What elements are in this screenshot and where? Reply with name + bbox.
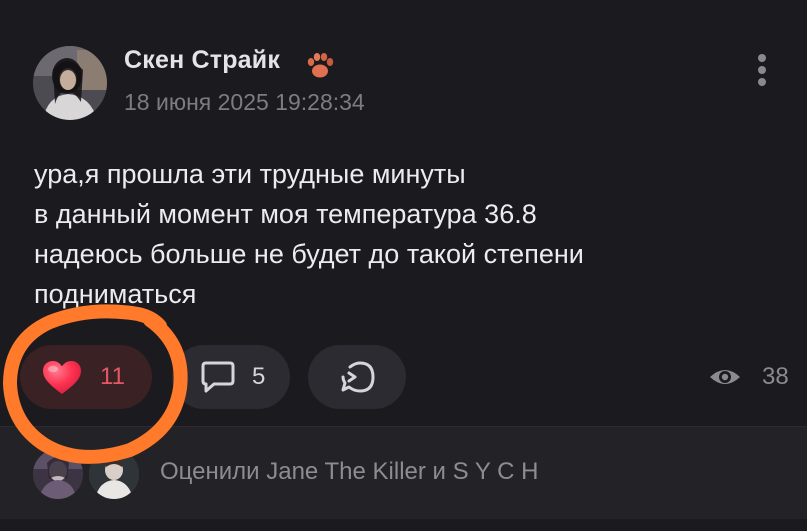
comment-count: 5 <box>252 363 266 390</box>
likers-bar[interactable]: Оценили Jane The Killer и S Y C H <box>0 426 807 519</box>
like-button[interactable]: 11 <box>20 345 152 409</box>
liker-avatar[interactable] <box>86 446 142 502</box>
post-text: ура,я прошла эти трудные минуты в данный… <box>34 159 584 309</box>
author-avatar[interactable] <box>33 46 107 120</box>
liker-avatar-photo <box>33 449 83 499</box>
likers-text[interactable]: Оценили Jane The Killer и S Y C H <box>160 458 538 486</box>
more-options-icon[interactable] <box>748 52 776 92</box>
post-card: Скен Страйк 18 июня 2025 19:28:34 ура,я … <box>0 0 807 531</box>
liker-avatar[interactable] <box>30 446 86 502</box>
repost-button[interactable] <box>308 345 406 409</box>
post-date: 18 июня 2025 19:28:34 <box>124 89 365 115</box>
comment-button[interactable]: 5 <box>172 345 290 409</box>
eye-icon <box>710 370 740 384</box>
author-name[interactable]: Скен Страйк <box>124 46 280 75</box>
like-count: 11 <box>100 363 125 390</box>
paw-icon <box>307 53 334 78</box>
speech-bubble-icon <box>201 361 235 393</box>
heart-icon <box>43 361 81 394</box>
views-count: 38 <box>762 363 789 390</box>
author-avatar-photo <box>33 46 107 120</box>
liker-avatar-photo <box>89 449 139 499</box>
repost-icon <box>341 361 375 393</box>
